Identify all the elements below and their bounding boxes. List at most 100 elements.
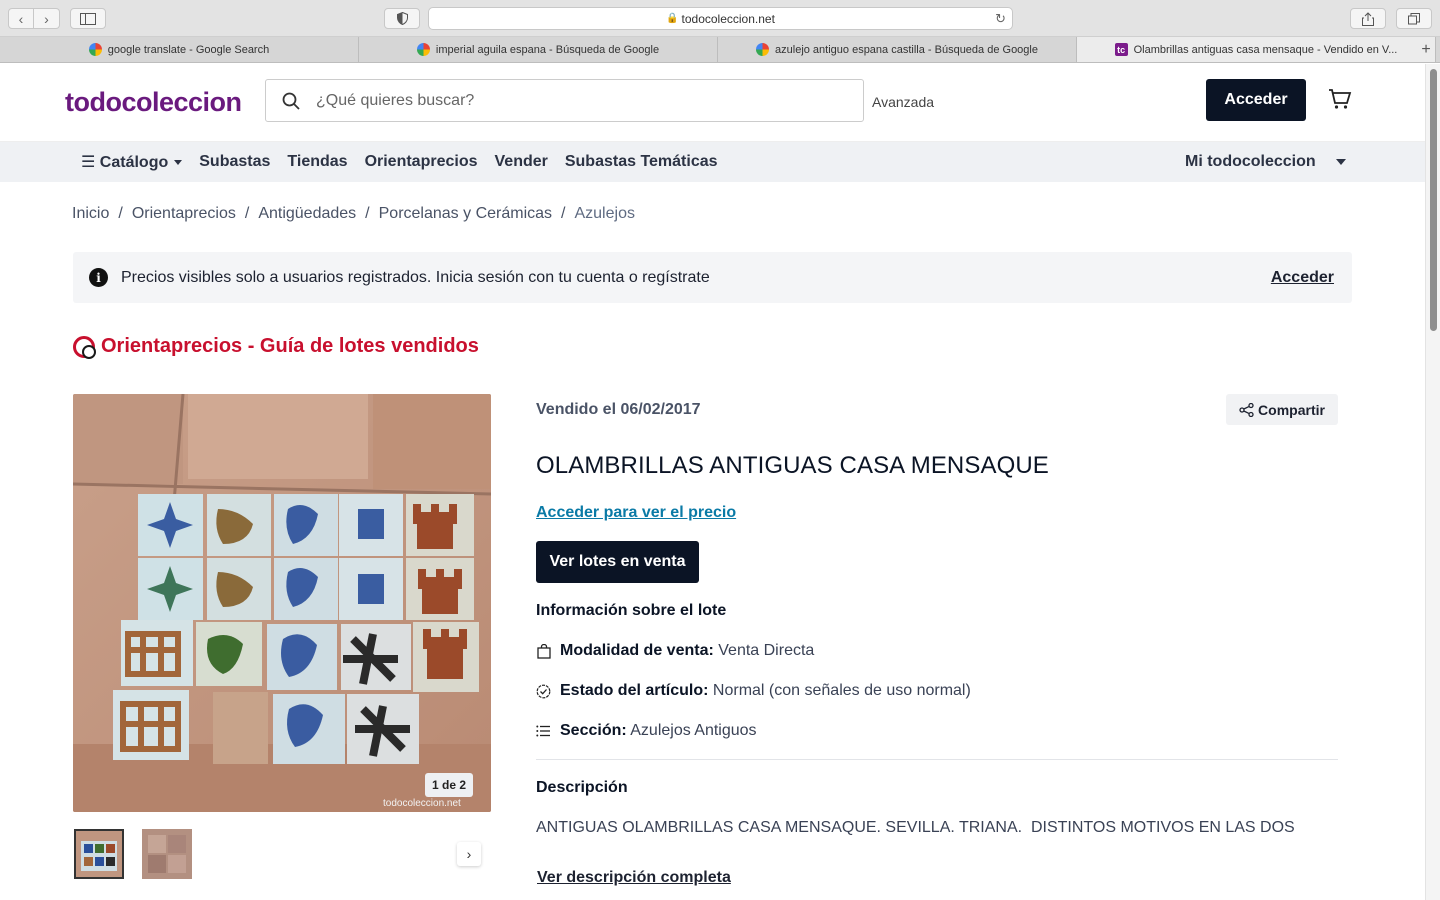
breadcrumb-separator: / — [561, 205, 566, 222]
notice-text: Precios visibles solo a usuarios registr… — [121, 268, 710, 286]
share-label: Compartir — [1258, 401, 1325, 418]
product-image[interactable]: todocoleccion.net — [73, 394, 491, 812]
thumbnail-1[interactable] — [74, 829, 124, 879]
caret-down-icon — [1336, 158, 1347, 165]
lock-icon: 🔒 — [666, 13, 679, 24]
browser-tab[interactable]: google translate - Google Search — [0, 37, 359, 62]
breadcrumb: Inicio / Orientaprecios / Antigüedades /… — [72, 205, 635, 223]
menu-item-vender[interactable]: Vender — [495, 153, 548, 171]
menu-item-mi-todocoleccion[interactable]: Mi todocoleccion — [1185, 153, 1347, 171]
attribute-condition: Estado del artículo: Normal (con señales… — [536, 682, 971, 700]
breadcrumb-item[interactable]: Porcelanas y Cerámicas — [379, 205, 552, 223]
lot-info-heading: Información sobre el lote — [536, 602, 727, 619]
list-icon — [536, 725, 551, 737]
reload-icon[interactable]: ↻ — [995, 11, 1006, 27]
browser-tabs: google translate - Google Search imperia… — [0, 37, 1440, 63]
notice-login-link[interactable]: Acceder — [1271, 269, 1334, 287]
menu-label: Catálogo — [99, 154, 169, 171]
google-icon — [88, 43, 102, 56]
gallery-next-button[interactable]: › — [457, 842, 481, 866]
orientaprecios-icon — [73, 335, 96, 359]
google-icon — [416, 43, 430, 56]
menu-item-catalogo[interactable]: ☰ Catálogo — [81, 152, 183, 172]
site-logo[interactable]: todocoleccion — [65, 87, 242, 118]
tabs-overview-button[interactable] — [1396, 8, 1432, 29]
thumbnail-image — [142, 829, 192, 879]
bag-icon — [536, 643, 551, 659]
menu-item-tiendas[interactable]: Tiendas — [287, 153, 347, 171]
breadcrumb-separator: / — [365, 205, 370, 222]
menu-label: Mi todocoleccion — [1185, 153, 1316, 170]
browser-tab[interactable]: azulejo antiguo espana castilla - Búsque… — [718, 37, 1077, 62]
search-box — [265, 79, 864, 122]
login-button[interactable]: Acceder — [1206, 79, 1306, 121]
nav-buttons: ‹ › — [8, 8, 60, 29]
tab-title: azulejo antiguo espana castilla - Búsque… — [775, 43, 1038, 56]
breadcrumb-item[interactable]: Orientaprecios — [132, 205, 236, 223]
section-title-text: Orientaprecios - Guía de lotes vendidos — [101, 335, 479, 357]
breadcrumb-item-current[interactable]: Azulejos — [574, 205, 634, 223]
cart-icon[interactable] — [1328, 88, 1352, 116]
browser-tab[interactable]: imperial aguila espana - Búsqueda de Goo… — [359, 37, 718, 62]
browser-toolbar: ‹ › 🔒 todocoleccion.net ↻ — [0, 0, 1440, 37]
tiles-photo: todocoleccion.net — [73, 394, 491, 812]
breadcrumb-separator: / — [118, 205, 123, 222]
privacy-report-button[interactable] — [384, 8, 420, 29]
tab-title: imperial aguila espana - Búsqueda de Goo… — [435, 43, 660, 56]
list-icon: ☰ — [81, 154, 96, 171]
image-watermark: todocoleccion.net — [383, 798, 461, 809]
attribute-value[interactable]: Azulejos Antiguos — [630, 722, 756, 739]
plus-icon: + — [1421, 41, 1431, 58]
site-header: todocoleccion Avanzada Acceder — [0, 63, 1440, 142]
forward-button[interactable]: › — [34, 8, 60, 29]
new-tab-button[interactable]: + — [1412, 37, 1440, 63]
attribute-label: Sección: — [560, 722, 627, 739]
share-icon — [1362, 11, 1374, 26]
thumbnail-image — [76, 831, 122, 877]
check-badge-icon — [536, 684, 551, 699]
advanced-search-link[interactable]: Avanzada — [872, 94, 934, 110]
login-notice: i Precios visibles solo a usuarios regis… — [73, 252, 1352, 303]
page-scrollbar[interactable] — [1425, 64, 1440, 900]
url-text: todocoleccion.net — [681, 11, 775, 26]
menu-item-subastas[interactable]: Subastas — [199, 153, 270, 171]
sidebar-toggle-button[interactable] — [70, 8, 106, 29]
menu-item-subastas-tematicas[interactable]: Subastas Temáticas — [565, 153, 718, 171]
share-browser-button[interactable] — [1350, 8, 1386, 29]
back-button[interactable]: ‹ — [8, 8, 34, 29]
description-text: ANTIGUAS OLAMBRILLAS CASA MENSAQUE. SEVI… — [536, 819, 1295, 836]
search-input[interactable] — [316, 91, 836, 110]
product-title: OLAMBRILLAS ANTIGUAS CASA MENSAQUE — [536, 452, 1049, 479]
attribute-value: Venta Directa — [718, 642, 815, 659]
sold-date: Vendido el 06/02/2017 — [536, 401, 701, 418]
chevron-left-icon: ‹ — [18, 10, 24, 27]
google-icon — [756, 43, 770, 56]
share-icon — [1239, 402, 1254, 417]
tab-title: Olambrillas antiguas casa mensaque - Ven… — [1133, 43, 1398, 56]
login-to-see-price-link[interactable]: Acceder para ver el precio — [536, 504, 736, 522]
attribute-value: Normal (con señales de uso normal) — [712, 682, 971, 699]
image-counter: 1 de 2 — [425, 773, 473, 797]
section-title: Orientaprecios - Guía de lotes vendidos — [73, 335, 479, 359]
description-heading: Descripción — [536, 779, 628, 796]
search-icon[interactable] — [266, 92, 316, 110]
view-lots-button[interactable]: Ver lotes en venta — [536, 541, 699, 583]
divider — [536, 759, 1338, 760]
breadcrumb-item[interactable]: Antigüedades — [258, 205, 356, 223]
breadcrumb-item[interactable]: Inicio — [72, 205, 109, 223]
attribute-sale-mode: Modalidad de venta: Venta Directa — [536, 642, 814, 660]
shield-icon — [396, 12, 408, 25]
menu-item-orientaprecios[interactable]: Orientaprecios — [365, 153, 478, 171]
chevron-right-icon: › — [44, 10, 49, 27]
browser-tab-active[interactable]: tc Olambrillas antiguas casa mensaque - … — [1077, 37, 1436, 62]
thumbnail-2[interactable] — [142, 829, 192, 879]
tab-title: google translate - Google Search — [107, 43, 270, 56]
chevron-right-icon: › — [466, 846, 472, 862]
address-bar[interactable]: 🔒 todocoleccion.net ↻ — [428, 7, 1013, 30]
info-icon: i — [89, 268, 108, 287]
full-description-link[interactable]: Ver descripción completa — [537, 869, 731, 887]
sidebar-icon — [80, 12, 96, 25]
scrollbar-thumb[interactable] — [1430, 69, 1437, 331]
share-button[interactable]: Compartir — [1226, 394, 1338, 425]
attribute-section: Sección: Azulejos Antiguos — [536, 722, 757, 740]
